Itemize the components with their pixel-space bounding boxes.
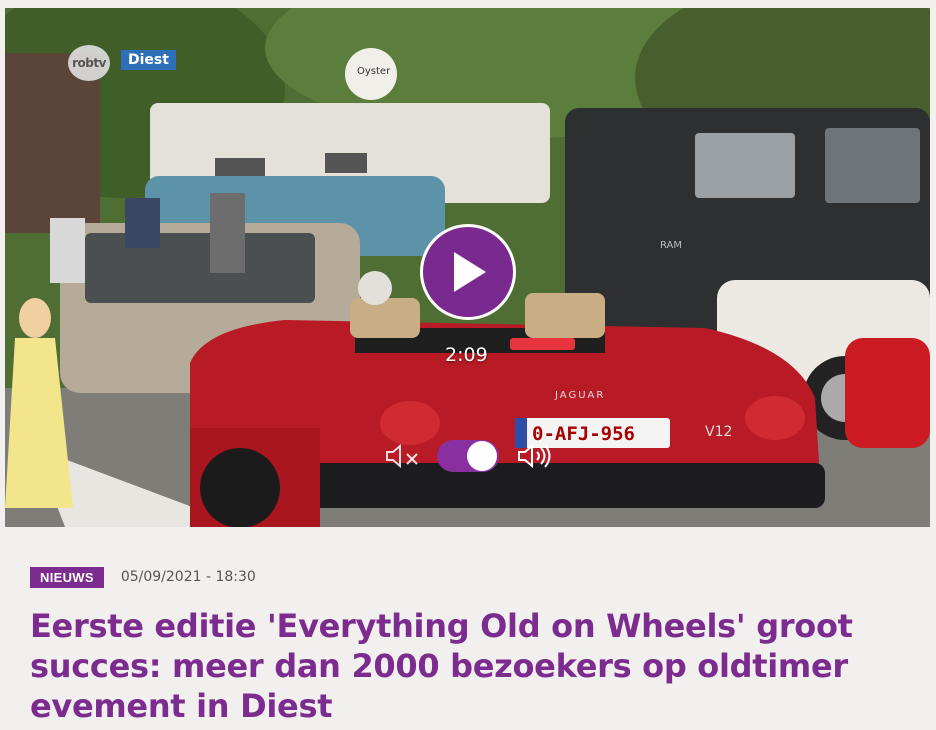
channel-logo: robtv xyxy=(68,45,110,81)
volume-up-icon[interactable] xyxy=(517,443,555,469)
article-datetime: 05/09/2021 - 18:30 xyxy=(120,569,256,585)
van-badge: RAM xyxy=(660,240,682,251)
video-duration: 2:09 xyxy=(445,344,488,366)
satellite-label: Oyster xyxy=(357,66,391,77)
play-button[interactable] xyxy=(420,224,516,320)
volume-toggle-knob xyxy=(467,441,497,471)
license-plate: 0-AFJ-956 xyxy=(532,423,635,445)
volume-toggle[interactable] xyxy=(437,440,499,472)
volume-mute-icon[interactable] xyxy=(385,443,423,469)
model-badge: V12 xyxy=(705,424,732,440)
location-badge: Diest xyxy=(121,50,176,70)
article-meta: NIEUWS 05/09/2021 - 18:30 xyxy=(30,566,256,588)
category-tag[interactable]: NIEUWS xyxy=(30,566,104,588)
play-icon xyxy=(454,252,486,292)
article-title[interactable]: Eerste editie 'Everything Old on Wheels'… xyxy=(30,606,890,726)
video-player[interactable]: Oyster RAM 0-AFJ-956 JAGUAR V12 robtv Di… xyxy=(5,8,930,527)
car-brand: JAGUAR xyxy=(554,390,605,401)
page: Oyster RAM 0-AFJ-956 JAGUAR V12 robtv Di… xyxy=(0,0,936,730)
